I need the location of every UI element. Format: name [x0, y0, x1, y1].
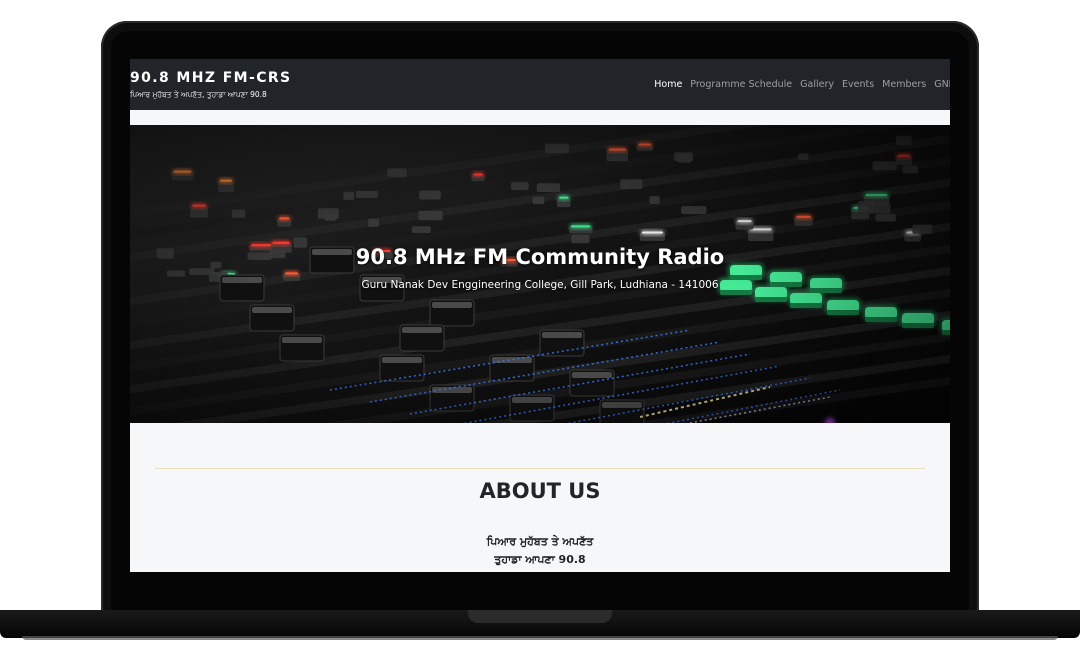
laptop-base-edge [22, 636, 1058, 640]
about-heading: ABOUT US [479, 479, 601, 503]
navbar: 90.8 MHZ FM-CRS ਪਿਆਰ ਮੁਹੱਬਤ ਤੇ ਅਪਣੱਤ, ਤੁ… [130, 59, 950, 110]
laptop-hinge-notch [468, 610, 612, 623]
brand-tagline: ਪਿਆਰ ਮੁਹੱਬਤ ਤੇ ਅਪਣੱਤ, ਤੁਹਾਡਾ ਆਪਣਾ 90.8 [130, 90, 267, 99]
mixing-console-image [130, 125, 950, 423]
hero-subtitle: Guru Nanak Dev Enggineering College, Gil… [361, 279, 719, 291]
nav-events[interactable]: Events [842, 79, 874, 90]
section-divider [155, 468, 925, 469]
hero-title: 90.8 MHz FM Community Radio [355, 245, 725, 269]
nav-gallery[interactable]: Gallery [800, 79, 834, 90]
nav-gnd[interactable]: GND [934, 79, 950, 90]
nav-members[interactable]: Members [882, 79, 926, 90]
brand-title[interactable]: 90.8 MHZ FM-CRS [130, 70, 292, 86]
about-tagline-line1: ਪਿਆਰ ਮੁਹੱਬਤ ਤੇ ਅਪਣੱਤ [486, 535, 594, 548]
nav-programme-schedule[interactable]: Programme Schedule [690, 79, 792, 90]
hero-banner: 90.8 MHz FM Community Radio Guru Nanak D… [130, 125, 950, 423]
main-nav: Home Programme Schedule Gallery Events M… [654, 79, 950, 90]
laptop-screen: 90.8 MHZ FM-CRS ਪਿਆਰ ਮੁਹੱਬਤ ਤੇ ਅਪਣੱਤ, ਤੁ… [130, 59, 950, 572]
about-tagline-line2: ਤੁਹਾਡਾ ਆਪਣਾ 90.8 [494, 553, 586, 566]
nav-home[interactable]: Home [654, 79, 682, 90]
